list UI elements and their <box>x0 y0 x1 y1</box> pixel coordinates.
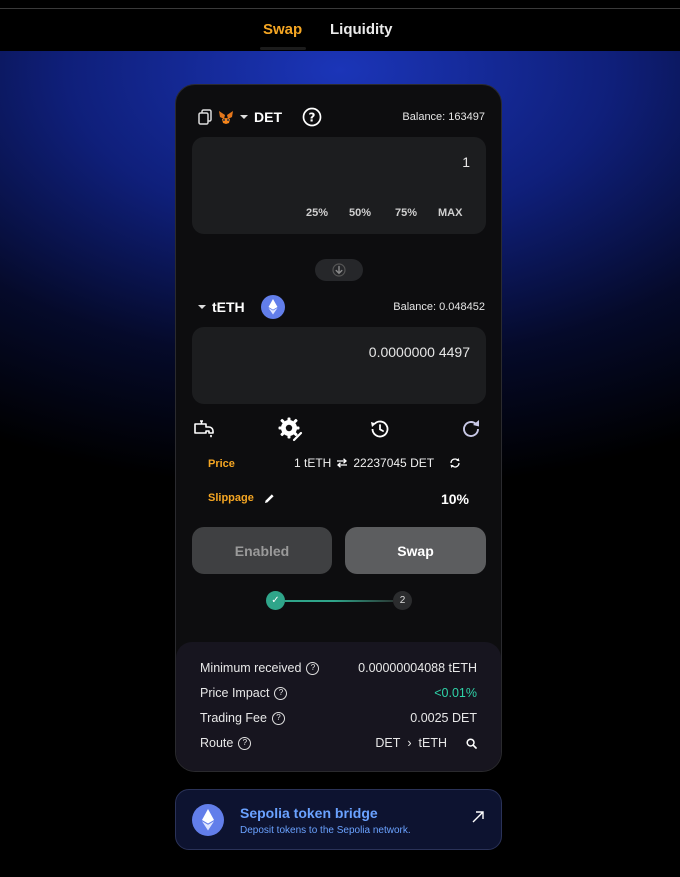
swap-button[interactable]: Swap <box>345 527 486 574</box>
min-received-row: Minimum received? 0.00000004088 tETH <box>200 661 477 675</box>
metamask-fox-icon <box>218 110 234 125</box>
price-value: 1 tETH 22237045 DET <box>294 456 461 470</box>
pct-50-button[interactable]: 50% <box>349 207 371 219</box>
pencil-icon[interactable] <box>264 493 275 504</box>
caret-down-icon[interactable] <box>198 304 206 310</box>
tab-liquidity[interactable]: Liquidity <box>330 21 393 38</box>
enabled-button[interactable]: Enabled <box>192 527 332 574</box>
tab-swap[interactable]: Swap <box>263 21 302 38</box>
from-token-header: DET ? <box>198 107 322 127</box>
trading-fee-label: Trading Fee <box>200 711 267 725</box>
trading-fee-row: Trading Fee? 0.0025 DET <box>200 711 477 725</box>
copy-icon[interactable] <box>198 109 212 125</box>
step-2-indicator: 2 <box>393 591 412 610</box>
refresh-icon[interactable] <box>459 417 483 441</box>
history-icon[interactable] <box>368 417 392 441</box>
help-icon[interactable]: ? <box>238 736 252 750</box>
search-icon[interactable] <box>466 737 477 749</box>
pct-75-button[interactable]: 75% <box>395 207 417 219</box>
slippage-value[interactable]: 10% <box>441 491 469 507</box>
bridge-subtitle: Deposit tokens to the Sepolia network. <box>240 825 411 836</box>
to-token-symbol[interactable]: tETH <box>212 299 245 315</box>
slippage-label: Slippage <box>208 492 254 504</box>
sepolia-bridge-link[interactable]: Sepolia token bridge Deposit tokens to t… <box>175 789 502 850</box>
route-to-token: tETH <box>418 736 447 750</box>
external-arrow-icon[interactable] <box>471 810 485 824</box>
bridge-title: Sepolia token bridge <box>240 805 378 821</box>
pct-max-button[interactable]: MAX <box>438 207 462 219</box>
price-value-right: 22237045 DET <box>353 456 435 470</box>
price-impact-label: Price Impact <box>200 686 270 700</box>
step-1-indicator: ✓ <box>266 591 285 610</box>
price-impact-value: <0.01% <box>434 686 477 700</box>
route-row: Route? DET › tETH <box>200 736 477 750</box>
help-icon[interactable]: ? <box>271 711 285 725</box>
from-amount-input[interactable]: 1 <box>462 154 470 170</box>
to-amount-output: 0.0000000 4497 <box>368 344 470 360</box>
pct-25-button[interactable]: 25% <box>306 207 328 219</box>
ethereum-icon <box>260 295 285 319</box>
step-progress-line <box>285 600 393 602</box>
to-amount-panel: 0.0000000 4497 <box>192 327 486 404</box>
to-token-header: tETH <box>198 295 285 319</box>
price-label: Price <box>208 458 235 470</box>
caret-down-icon[interactable] <box>240 114 248 120</box>
top-nav: Swap Liquidity <box>0 9 680 51</box>
route-separator: › <box>407 736 412 750</box>
help-icon[interactable]: ? <box>306 661 320 675</box>
help-icon[interactable]: ? <box>274 686 288 700</box>
route-from-token: DET <box>375 736 401 750</box>
trading-fee-value: 0.0025 DET <box>410 711 477 725</box>
from-balance: Balance: 163497 <box>402 111 485 123</box>
from-token-symbol[interactable]: DET <box>254 109 282 125</box>
swap-arrows-icon[interactable] <box>336 458 348 468</box>
faucet-icon[interactable] <box>192 416 218 440</box>
swap-card: DET ? Balance: 163497 1 25% 50% 75% MAX … <box>175 84 502 772</box>
ethereum-icon <box>192 804 224 836</box>
settings-gear-icon[interactable] <box>277 416 303 442</box>
slippage-row: Slippage <box>208 492 275 504</box>
min-received-value: 0.00000004088 tETH <box>358 661 477 675</box>
top-border <box>0 0 680 9</box>
to-balance: Balance: 0.048452 <box>393 301 485 313</box>
price-value-left: 1 tETH <box>294 456 332 470</box>
flip-tokens-button[interactable] <box>315 259 363 281</box>
price-impact-row: Price Impact? <0.01% <box>200 686 477 700</box>
swap-details-panel: Minimum received? 0.00000004088 tETH Pri… <box>176 642 501 771</box>
svg-text:?: ? <box>309 111 316 125</box>
from-amount-panel[interactable]: 1 25% 50% 75% MAX <box>192 137 486 234</box>
help-icon[interactable]: ? <box>302 107 322 127</box>
route-label: Route <box>200 736 234 750</box>
arrow-down-icon <box>332 263 346 277</box>
refresh-icon[interactable] <box>449 457 461 469</box>
tab-active-indicator <box>260 47 306 50</box>
min-received-label: Minimum received <box>200 661 302 675</box>
